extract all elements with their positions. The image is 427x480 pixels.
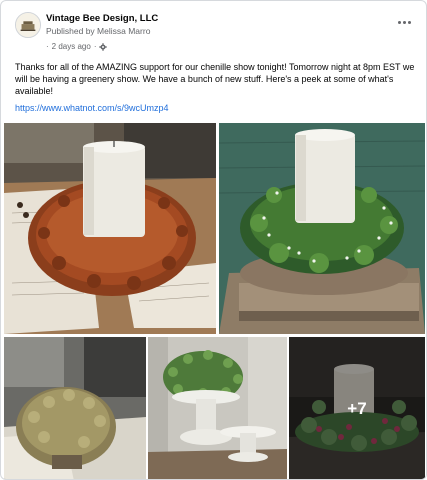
post-card: Vintage Bee Design, LLC Published by Mel…	[0, 0, 427, 480]
post-timestamp[interactable]: 2 days ago	[52, 42, 91, 51]
post-header: Vintage Bee Design, LLC Published by Mel…	[1, 1, 426, 59]
photo-heather-plant[interactable]	[4, 337, 146, 479]
more-options-button[interactable]	[394, 15, 414, 29]
page-name-link[interactable]: Vintage Bee Design, LLC	[46, 13, 158, 24]
post-body: Thanks for all of the AMAZING support fo…	[15, 62, 415, 96]
bee-logo-icon	[16, 13, 40, 37]
photo-greenery-pedestal[interactable]	[148, 337, 287, 479]
gear-icon[interactable]	[99, 42, 108, 51]
more-dot	[402, 20, 406, 24]
photo-green-wreath-candle[interactable]	[219, 123, 425, 334]
author-name[interactable]: Melissa Marro	[97, 26, 150, 36]
post-meta: · 2 days ago ·	[46, 42, 108, 51]
meta-separator: ·	[46, 42, 49, 51]
published-prefix: Published by	[46, 26, 95, 36]
more-horizontal-icon	[397, 20, 401, 24]
page-avatar[interactable]	[15, 12, 41, 38]
meta-separator: ·	[93, 42, 97, 51]
published-by: Published by Melissa Marro	[46, 26, 150, 36]
more-photos-count: +7	[347, 399, 367, 418]
photo-rust-wreath-candle[interactable]	[4, 123, 216, 334]
more-photos-overlay[interactable]: +7	[289, 337, 425, 479]
more-dot	[407, 20, 411, 24]
post-link[interactable]: https://www.whatnot.com/s/9wcUmzp4	[15, 103, 169, 113]
photo-more-items[interactable]: +7	[289, 337, 425, 479]
photo-grid: +7	[4, 123, 425, 479]
